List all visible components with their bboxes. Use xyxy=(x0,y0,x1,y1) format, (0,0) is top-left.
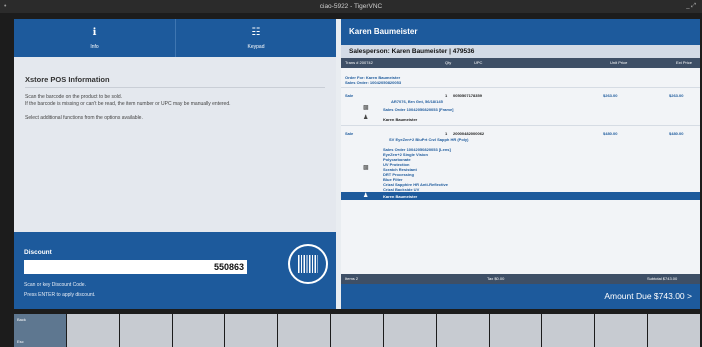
window-titlebar: • ciao-5922 - TigerVNC _ ⤢ xyxy=(0,0,702,13)
item-1-desc: AR7076, Brn Gnt, 56/18/145 xyxy=(391,99,443,104)
item-2-unit-price: $480.00 xyxy=(603,131,618,136)
fkey-shortcut: Esc xyxy=(17,339,24,344)
item-2-type: Sale xyxy=(345,131,354,136)
function-key[interactable] xyxy=(172,314,225,347)
item-2-desc: SV EyeZen+2 BluPrt Crzl Sapph HR (Poly) xyxy=(389,137,469,142)
tab-info-label: Info xyxy=(90,44,99,50)
order-icon: ▩ xyxy=(363,105,369,111)
discount-code-input[interactable] xyxy=(24,260,247,274)
person-icon: ♟ xyxy=(363,115,369,121)
tab-info[interactable]: ℹ Info xyxy=(14,19,175,57)
discount-title: Discount xyxy=(24,249,52,256)
item-1-qty: 1 xyxy=(445,93,448,98)
col-upc: UPC xyxy=(474,60,483,65)
totals-bar: Items 2 Tax $0.00 Subtotal $743.00 xyxy=(341,274,700,284)
item-1-upc: 0050507178359 xyxy=(453,93,482,98)
function-key[interactable] xyxy=(383,314,436,347)
selected-row[interactable]: ♟ Karen Baumeister xyxy=(341,192,700,200)
item-1-ext-price: $263.00 xyxy=(669,93,684,98)
amount-due: Amount Due $743.00 xyxy=(604,291,685,301)
tab-keypad[interactable]: ☷ Keypad xyxy=(175,19,336,57)
function-key[interactable] xyxy=(436,314,489,347)
function-key[interactable] xyxy=(595,314,648,347)
function-key[interactable] xyxy=(542,314,595,347)
info-line-2: If the barcode is missing or can't be re… xyxy=(25,101,231,107)
items-count: Items 2 xyxy=(345,276,359,281)
function-key[interactable] xyxy=(225,314,278,347)
info-line-3: Select additional functions from the opt… xyxy=(25,115,143,121)
customer-name[interactable]: Karen Baumeister xyxy=(341,19,700,45)
salesperson-label: Salesperson: xyxy=(349,48,390,55)
amount-due-button[interactable]: Amount Due $743.00 > xyxy=(341,284,700,309)
back-key[interactable]: Back Esc xyxy=(14,314,66,347)
discount-panel: Discount Scan or key Discount Code. Pres… xyxy=(14,232,336,309)
item-2-ext-price: $480.00 xyxy=(669,131,684,136)
sales-order: Sales Order: 10042050820053 xyxy=(345,80,402,85)
pos-app: ℹ Info ☷ Keypad Xstore POS Information S… xyxy=(14,19,700,309)
function-key[interactable] xyxy=(648,314,700,347)
barcode-icon xyxy=(298,255,318,273)
divider xyxy=(341,87,700,88)
table-header: Trans # 200742 Qty UPC Unit Price Ext Pr… xyxy=(341,58,700,68)
window-controls[interactable]: _ ⤢ xyxy=(686,0,696,13)
tax-total: Tax $0.00 xyxy=(487,276,505,281)
left-panel: ℹ Info ☷ Keypad Xstore POS Information S… xyxy=(14,19,336,309)
divider xyxy=(25,87,325,88)
barcode-scan-button[interactable] xyxy=(288,244,328,284)
discount-hint-2: Press ENTER to apply discount. xyxy=(24,292,96,298)
col-trans: Trans # 200742 xyxy=(345,60,373,65)
col-qty: Qty xyxy=(445,60,452,65)
item-2-person: Karen Baumeister xyxy=(383,194,418,199)
item-1-order-line: Sales Order 10042050820053 [Frame] xyxy=(383,107,454,112)
tab-keypad-label: Keypad xyxy=(247,44,265,50)
salesperson-value: Karen Baumeister | 479536 xyxy=(391,48,475,55)
keypad-icon: ☷ xyxy=(251,27,261,38)
item-1-type: Sale xyxy=(345,93,354,98)
item-1-unit-price: $263.00 xyxy=(603,93,618,98)
fkey-label: Back xyxy=(17,317,26,322)
item-1-person: Karen Baumeister xyxy=(383,117,418,122)
function-key[interactable] xyxy=(331,314,383,347)
nav-tabs: ℹ Info ☷ Keypad xyxy=(14,19,336,57)
info-panel: Xstore POS Information Scan the barcode … xyxy=(14,57,336,232)
item-2-qty: 1 xyxy=(445,131,448,136)
function-key[interactable] xyxy=(66,314,119,347)
info-title: Xstore POS Information xyxy=(25,75,110,84)
info-icon: ℹ xyxy=(92,27,97,38)
divider xyxy=(341,125,700,126)
function-key[interactable] xyxy=(489,314,542,347)
salesperson-bar: Salesperson: Karen Baumeister | 479536 xyxy=(341,45,700,58)
transaction-panel: Karen Baumeister Salesperson: Karen Baum… xyxy=(341,19,700,309)
order-icon: ▩ xyxy=(363,165,369,171)
col-ext-price: Ext Price xyxy=(676,60,693,65)
person-icon: ♟ xyxy=(363,193,369,199)
discount-hint-1: Scan or key Discount Code. xyxy=(24,282,86,288)
window-title: ciao-5922 - TigerVNC xyxy=(319,3,383,10)
subtotal: Subtotal $743.00 xyxy=(647,276,678,281)
function-key[interactable] xyxy=(119,314,172,347)
function-key[interactable] xyxy=(278,314,331,347)
info-line-1: Scan the barcode on the product to be so… xyxy=(25,94,123,100)
item-2-upc: 20000482000062 xyxy=(453,131,485,136)
function-key-bar: Back Esc xyxy=(14,314,700,347)
chevron-right-icon: > xyxy=(687,291,692,301)
col-unit-price: Unit Price xyxy=(610,60,628,65)
line-items[interactable]: Order For: Karen Baumeister Sales Order:… xyxy=(341,68,700,274)
